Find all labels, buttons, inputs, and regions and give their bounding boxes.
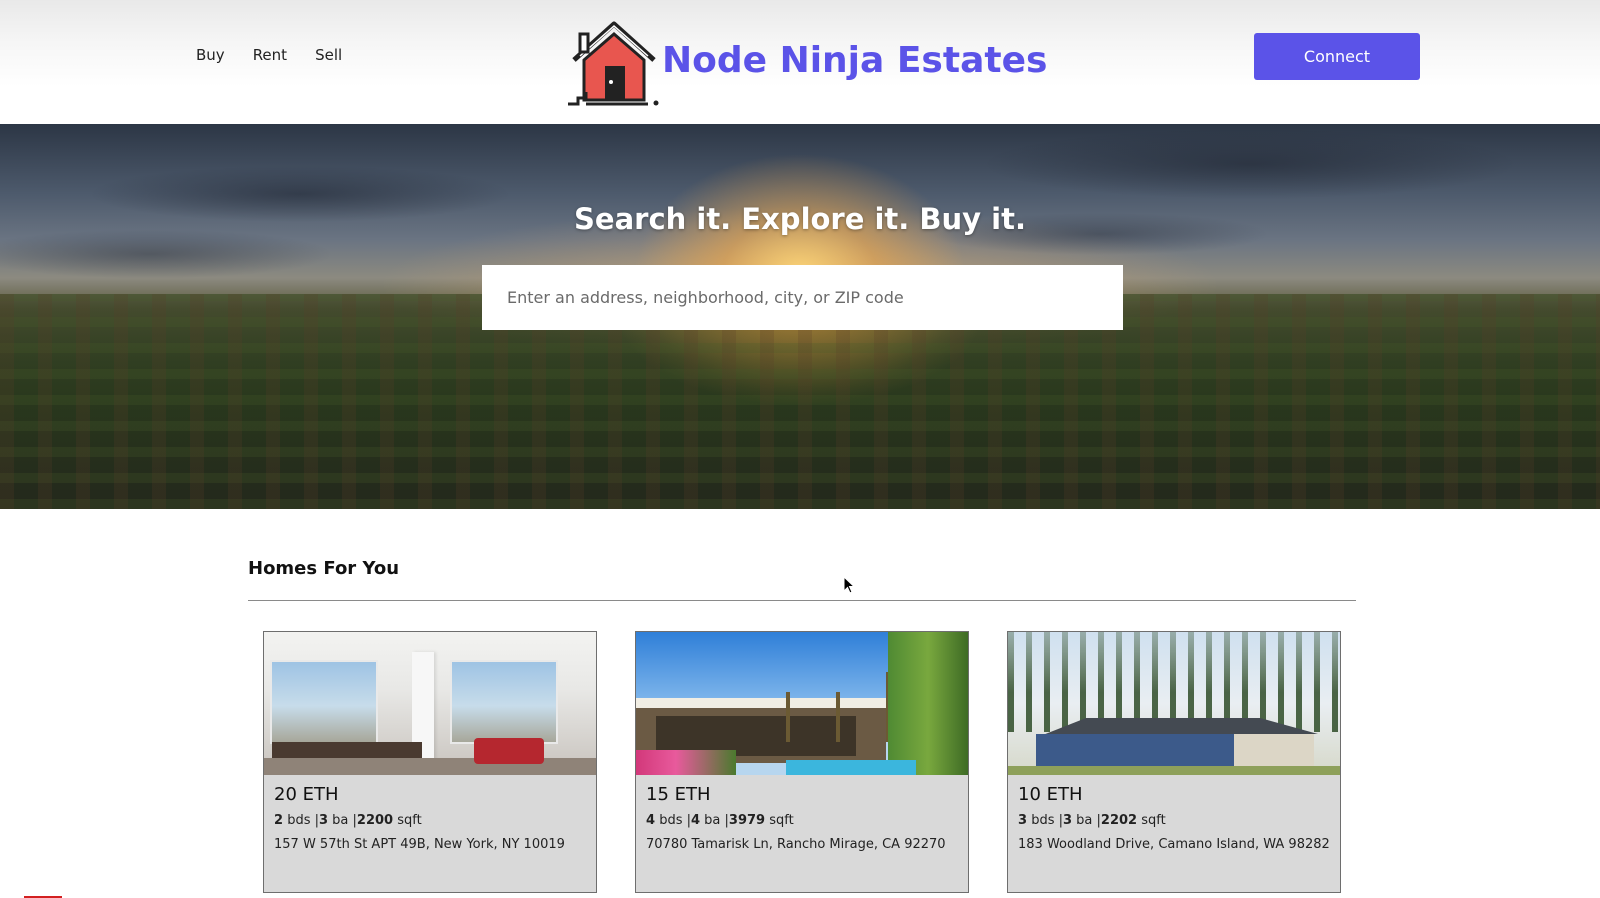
listing-details: 2 bds |3 ba |2200 sqft bbox=[274, 813, 422, 828]
search-input[interactable] bbox=[482, 265, 1123, 330]
hero-banner: Search it. Explore it. Buy it. bbox=[0, 124, 1600, 509]
section-title: Homes For You bbox=[248, 558, 400, 579]
listing-details: 3 bds |3 ba |2202 sqft bbox=[1018, 813, 1166, 828]
listing-price: 10 ETH bbox=[1018, 784, 1083, 805]
mouse-cursor-icon bbox=[843, 576, 855, 594]
listing-price: 20 ETH bbox=[274, 784, 339, 805]
listing-details: 4 bds |4 ba |3979 sqft bbox=[646, 813, 794, 828]
listing-photo bbox=[264, 632, 596, 775]
connect-button[interactable]: Connect bbox=[1254, 33, 1420, 80]
brand-title: Node Ninja Estates bbox=[662, 39, 1048, 81]
listing-address: 183 Woodland Drive, Camano Island, WA 98… bbox=[1018, 837, 1330, 852]
listing-address: 70780 Tamarisk Ln, Rancho Mirage, CA 922… bbox=[646, 837, 946, 852]
site-header: Buy Rent Sell Node Ninja Estates Connect bbox=[0, 0, 1600, 124]
listing-card[interactable]: 20 ETH 2 bds |3 ba |2200 sqft 157 W 57th… bbox=[263, 631, 597, 893]
brand[interactable]: Node Ninja Estates bbox=[566, 20, 1047, 106]
hero-tagline: Search it. Explore it. Buy it. bbox=[574, 202, 1026, 236]
listing-address: 157 W 57th St APT 49B, New York, NY 1001… bbox=[274, 837, 565, 852]
listing-price: 15 ETH bbox=[646, 784, 711, 805]
nav-rent-link[interactable]: Rent bbox=[253, 46, 287, 64]
nav-buy-link[interactable]: Buy bbox=[196, 46, 225, 64]
listing-card[interactable]: 10 ETH 3 bds |3 ba |2202 sqft 183 Woodla… bbox=[1007, 631, 1341, 893]
house-icon bbox=[568, 21, 659, 106]
main-nav: Buy Rent Sell bbox=[196, 46, 342, 64]
listing-card[interactable]: 15 ETH 4 bds |4 ba |3979 sqft 70780 Tama… bbox=[635, 631, 969, 893]
section-divider bbox=[248, 600, 1356, 601]
nav-sell-link[interactable]: Sell bbox=[315, 46, 342, 64]
listing-photo bbox=[636, 632, 968, 775]
listing-photo bbox=[1008, 632, 1340, 775]
